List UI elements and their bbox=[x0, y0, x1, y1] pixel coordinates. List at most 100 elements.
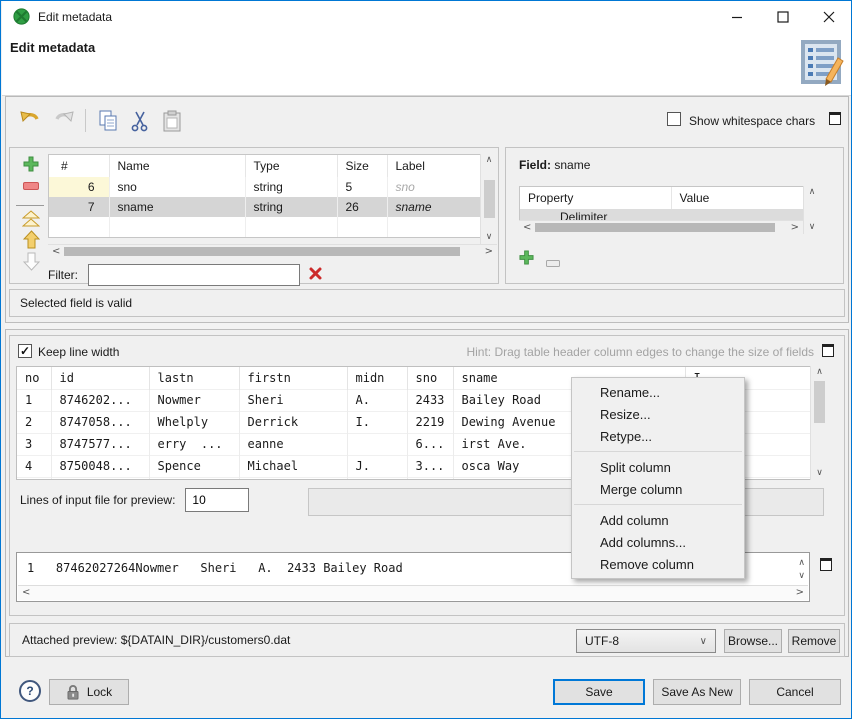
keep-line-width-label: Keep line width bbox=[38, 345, 119, 359]
remove-property-button[interactable] bbox=[546, 256, 560, 270]
menu-item-merge-column[interactable]: Merge column bbox=[572, 478, 744, 500]
preview-cell bbox=[347, 433, 407, 455]
preview-table-vscrollbar[interactable]: ∧ ∨ bbox=[810, 366, 828, 480]
clear-filter-icon[interactable] bbox=[308, 266, 323, 284]
save-as-new-button[interactable]: Save As New bbox=[653, 679, 741, 705]
lock-label: Lock bbox=[87, 685, 112, 699]
column-context-menu: Rename... Resize... Retype... Split colu… bbox=[571, 377, 745, 579]
field-table-hscrollbar[interactable]: < > bbox=[48, 244, 497, 258]
maximize-section-icon[interactable] bbox=[820, 558, 832, 571]
preview-cell: erry ... bbox=[149, 433, 239, 455]
preview-col-midn[interactable]: midn bbox=[347, 367, 407, 389]
maximize-section-icon[interactable] bbox=[829, 112, 841, 125]
close-button[interactable] bbox=[806, 1, 852, 32]
raw-preview-hscrollbar[interactable]: < > bbox=[18, 585, 808, 600]
cancel-button[interactable]: Cancel bbox=[749, 679, 841, 705]
page-title: Edit metadata bbox=[10, 40, 95, 55]
scroll-up-icon[interactable]: ∧ bbox=[486, 154, 493, 167]
side-toolbar-separator bbox=[16, 205, 44, 206]
filter-input[interactable] bbox=[88, 264, 300, 286]
field-table-vscrollbar[interactable]: ∧ ∨ bbox=[480, 154, 497, 244]
scroll-down-icon[interactable]: ∨ bbox=[816, 467, 823, 480]
scrollbar-thumb[interactable] bbox=[814, 381, 825, 423]
preview-cell: 8746202... bbox=[51, 389, 149, 411]
move-field-up-button[interactable] bbox=[20, 230, 42, 249]
browse-button[interactable]: Browse... bbox=[724, 629, 782, 653]
field-size: 26 bbox=[337, 197, 387, 217]
undo-button[interactable] bbox=[17, 108, 43, 134]
menu-item-retype[interactable]: Retype... bbox=[572, 425, 744, 447]
preview-cell: Derrick bbox=[239, 411, 347, 433]
scroll-left-icon[interactable]: < bbox=[18, 588, 34, 598]
lines-of-input-field[interactable] bbox=[185, 488, 249, 512]
scroll-up-icon[interactable]: ∧ bbox=[816, 366, 823, 379]
remove-field-button[interactable] bbox=[20, 182, 42, 190]
lock-button[interactable]: Lock bbox=[49, 679, 129, 705]
menu-item-resize[interactable]: Resize... bbox=[572, 403, 744, 425]
preview-cell: eanne bbox=[239, 433, 347, 455]
save-button[interactable]: Save bbox=[553, 679, 645, 705]
scrollbar-thumb[interactable] bbox=[484, 180, 495, 218]
field-num: 7 bbox=[49, 197, 109, 217]
maximize-section-icon[interactable] bbox=[822, 344, 834, 357]
menu-item-remove-column[interactable]: Remove column bbox=[572, 553, 744, 575]
encoding-select[interactable]: UTF-8 ∨ bbox=[576, 629, 716, 653]
move-field-down-button[interactable] bbox=[20, 252, 42, 271]
help-button[interactable]: ? bbox=[19, 680, 41, 702]
property-table-vscrollbar[interactable]: ∧ ∨ bbox=[803, 186, 820, 234]
keep-line-width-checkbox[interactable]: ✓ bbox=[18, 344, 32, 358]
scrollbar-thumb[interactable] bbox=[535, 223, 775, 232]
scroll-up-icon[interactable]: ∧ bbox=[798, 557, 805, 570]
property-table[interactable]: Property Value Delimiter bbox=[519, 186, 820, 222]
menu-item-add-columns[interactable]: Add columns... bbox=[572, 531, 744, 553]
raw-preview-vscroll[interactable]: ∧ ∨ bbox=[798, 557, 805, 583]
col-header-type: Type bbox=[245, 155, 337, 177]
field-name: sno bbox=[109, 177, 245, 197]
preview-cell: 3... bbox=[407, 455, 453, 477]
field-table[interactable]: # Name Type Size Label 6 sno string 5 sn… bbox=[48, 154, 497, 238]
clover-logo-icon bbox=[13, 8, 30, 25]
scroll-left-icon[interactable]: < bbox=[519, 223, 535, 233]
status-message: Selected field is valid bbox=[20, 296, 132, 310]
menu-item-split-column[interactable]: Split column bbox=[572, 456, 744, 478]
property-header-row: Property Value bbox=[520, 187, 804, 209]
field-row-6[interactable]: 6 sno string 5 sno bbox=[49, 177, 481, 197]
preview-col-firstn[interactable]: firstn bbox=[239, 367, 347, 389]
cut-button[interactable] bbox=[127, 108, 153, 134]
preview-cell: Whelply bbox=[149, 411, 239, 433]
property-table-hscrollbar[interactable]: < > bbox=[519, 220, 803, 234]
paste-button[interactable] bbox=[159, 108, 185, 134]
preview-col-sno[interactable]: sno bbox=[407, 367, 453, 389]
preview-cell: Spence bbox=[149, 455, 239, 477]
filter-label: Filter: bbox=[48, 268, 78, 282]
move-field-top-button[interactable] bbox=[20, 210, 42, 228]
menu-item-rename[interactable]: Rename... bbox=[572, 381, 744, 403]
menu-item-add-column[interactable]: Add column bbox=[572, 509, 744, 531]
preview-cell: Michael bbox=[239, 455, 347, 477]
remove-button[interactable]: Remove bbox=[788, 629, 840, 653]
copy-button[interactable] bbox=[95, 108, 121, 134]
menu-separator bbox=[574, 451, 742, 452]
scroll-down-icon[interactable]: ∨ bbox=[486, 231, 493, 244]
minimize-button[interactable] bbox=[714, 1, 760, 32]
title-bar[interactable]: Edit metadata bbox=[2, 1, 852, 32]
redo-button[interactable] bbox=[51, 108, 77, 134]
preview-col-no[interactable]: no bbox=[17, 367, 51, 389]
scroll-left-icon[interactable]: < bbox=[48, 247, 64, 257]
scroll-right-icon[interactable]: > bbox=[481, 247, 497, 257]
preview-cell: 6... bbox=[407, 433, 453, 455]
scroll-right-icon[interactable]: > bbox=[792, 588, 808, 598]
scroll-up-icon[interactable]: ∧ bbox=[809, 186, 816, 199]
add-field-button[interactable] bbox=[20, 156, 42, 172]
preview-col-id[interactable]: id bbox=[51, 367, 149, 389]
maximize-button[interactable] bbox=[760, 1, 806, 32]
splitter-sash[interactable] bbox=[5, 322, 849, 330]
preview-col-lastn[interactable]: lastn bbox=[149, 367, 239, 389]
show-whitespace-checkbox[interactable] bbox=[667, 112, 681, 126]
field-row-7-selected[interactable]: 7 sname string 26 sname bbox=[49, 197, 481, 217]
add-property-button[interactable] bbox=[519, 250, 534, 268]
scrollbar-thumb[interactable] bbox=[64, 247, 460, 256]
scroll-down-icon[interactable]: ∨ bbox=[809, 221, 816, 234]
scroll-down-icon[interactable]: ∨ bbox=[798, 570, 805, 583]
scroll-right-icon[interactable]: > bbox=[787, 223, 803, 233]
